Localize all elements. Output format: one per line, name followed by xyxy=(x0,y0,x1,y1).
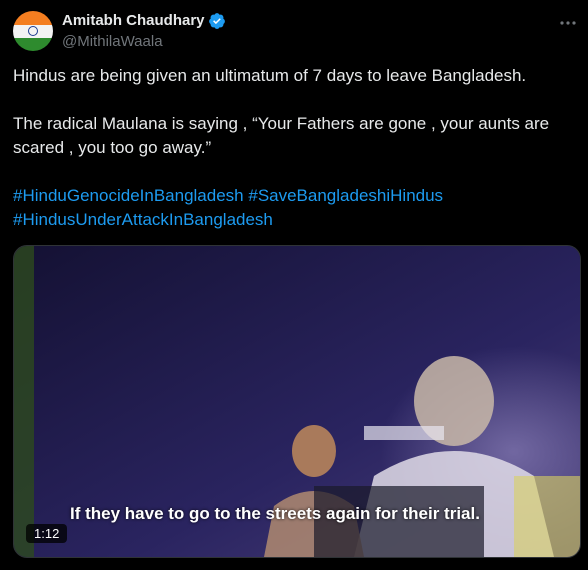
video-subtitle: If they have to go to the streets again … xyxy=(70,504,480,523)
video-duration-badge: 1:12 xyxy=(26,524,68,543)
post-text-line-2: The radical Maulana is saying , “Your Fa… xyxy=(13,114,550,157)
post-text: Hindus are being given an ultimatum of 7… xyxy=(13,64,573,232)
author-handle[interactable]: @MithilaWaala xyxy=(62,33,163,51)
flag-chakra-icon xyxy=(28,26,38,36)
author-name-row[interactable]: Amitabh Chaudhary xyxy=(62,12,226,30)
author-display-name[interactable]: Amitabh Chaudhary xyxy=(62,12,205,30)
video-player[interactable]: If they have to go to the streets again … xyxy=(13,245,581,558)
hashtag-link[interactable]: #SaveBangladeshiHindus xyxy=(248,186,443,205)
hashtag-line: #HinduGenocideInBangladesh #SaveBanglade… xyxy=(13,184,573,232)
hashtag-link[interactable]: #HinduGenocideInBangladesh xyxy=(13,186,244,205)
post-text-line-1: Hindus are being given an ultimatum of 7… xyxy=(13,66,527,85)
flag-green-band xyxy=(13,38,53,51)
post-header: Amitabh Chaudhary @MithilaWaala xyxy=(13,11,588,53)
flag-saffron-band xyxy=(13,11,53,25)
avatar[interactable] xyxy=(13,11,53,51)
hashtag-link[interactable]: #HindusUnderAttackInBangladesh xyxy=(13,210,273,229)
more-options-icon[interactable] xyxy=(558,13,578,33)
verified-badge-icon xyxy=(208,13,225,29)
